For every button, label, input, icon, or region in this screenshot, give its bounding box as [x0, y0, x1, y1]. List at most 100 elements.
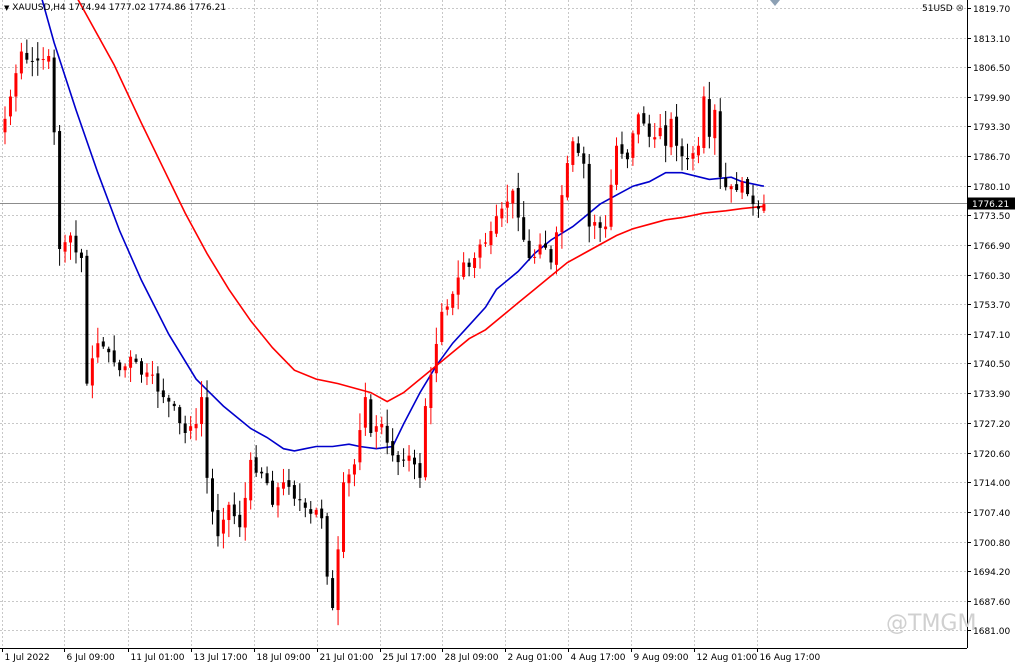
candle-body [680, 146, 684, 157]
x-tick-label: 28 Jul 09:00 [445, 653, 499, 663]
candle-body [423, 406, 427, 478]
candle-body [325, 516, 329, 577]
candle-body [156, 373, 160, 392]
candle-body [249, 459, 253, 501]
candle-body [516, 187, 520, 218]
candle-body [227, 504, 231, 521]
candle-body [473, 258, 477, 268]
candle-body [456, 277, 460, 295]
candle-body [505, 201, 509, 208]
candle-body [554, 232, 558, 265]
price-chart[interactable]: 1819.70 1813.10 1806.50 1799.90 1793.30 1786.… [0, 0, 1015, 665]
candle-body [735, 184, 739, 191]
candle-body [756, 206, 760, 209]
axes: 1819.70 1813.10 1806.50 1799.90 1793.30 1786.… [0, 0, 1015, 663]
candle-body [74, 235, 78, 253]
candle-body [462, 262, 466, 277]
last-price-label: 1776.21 [972, 200, 1009, 210]
x-tick-label: 21 Jul 01:00 [320, 653, 374, 663]
candle-body [369, 399, 373, 433]
candle-body [281, 482, 285, 489]
symbol-info-text: XAUUSD,H4 1774.94 1777.02 1774.86 1776.2… [12, 3, 227, 13]
x-tick-label: 11 Jul 01:00 [131, 653, 185, 663]
x-tick-label: 18 Jul 09:00 [257, 653, 311, 663]
candle-body [527, 240, 531, 258]
candle-body [178, 407, 182, 424]
ma-slow-line [77, 0, 764, 403]
candle-body [467, 262, 471, 267]
candle-body [598, 222, 602, 228]
candle-body [522, 217, 526, 240]
candle-body [172, 403, 176, 407]
candle-body [347, 474, 351, 484]
candle-body [380, 424, 384, 428]
candle-body [647, 123, 651, 137]
candle-body [533, 256, 537, 258]
candle-body [571, 141, 575, 165]
candle-body [478, 244, 482, 258]
candle-body [686, 157, 689, 160]
x-tick-label: 25 Jul 17:00 [383, 653, 437, 663]
candle-body [243, 497, 247, 528]
candle-body [358, 430, 362, 463]
candle-body [69, 235, 73, 243]
candle-body [96, 343, 100, 358]
candle-body [413, 457, 416, 465]
candle-body [265, 473, 269, 484]
y-tick-label: 1753.70 [973, 301, 1010, 311]
candle-body [631, 133, 635, 158]
candle-body [702, 96, 706, 148]
candle-body [653, 137, 657, 140]
y-tick-label: 1813.10 [973, 35, 1010, 45]
candle-body [145, 372, 149, 377]
chart-area[interactable]: 1819.70 1813.10 1806.50 1799.90 1793.30 1786.… [0, 0, 1015, 665]
candle-body [729, 186, 733, 190]
x-tick-label: 4 Aug 17:00 [571, 653, 626, 663]
y-tick-label: 1681.00 [973, 627, 1010, 637]
candle-body [625, 152, 629, 160]
candle-body [276, 487, 280, 506]
candle-body [385, 425, 389, 443]
candle-body [232, 504, 236, 517]
candle-body [63, 242, 67, 252]
candle-body [604, 226, 608, 230]
candle-body [292, 485, 296, 499]
account-label: 51USD [922, 4, 953, 14]
grid-layer [0, 0, 967, 648]
candle-body [664, 125, 668, 146]
y-tick-label: 1819.70 [973, 5, 1010, 15]
y-tick-label: 1700.80 [973, 539, 1010, 549]
candle-body [140, 361, 143, 375]
candle-body [658, 127, 662, 137]
candle-body [615, 145, 619, 185]
candle-body [707, 99, 711, 137]
candle-body [494, 216, 498, 234]
y-tick-label: 1687.60 [973, 598, 1010, 608]
candle-body [402, 459, 406, 461]
x-tick-label: 12 Aug 01:00 [697, 653, 758, 663]
y-tick-label: 1786.70 [973, 153, 1010, 163]
watermark: @TMGM [886, 611, 976, 636]
candle-body [123, 366, 127, 371]
y-tick-label: 1720.60 [973, 450, 1010, 460]
candle-body [713, 109, 717, 139]
candle-body [434, 343, 438, 374]
candle-body [221, 519, 225, 534]
candle-body [238, 514, 242, 528]
scroll-marker-icon[interactable] [769, 0, 781, 8]
y-tick-label: 1780.10 [973, 183, 1010, 193]
y-tick-label: 1747.10 [973, 331, 1010, 341]
candle-body [41, 59, 45, 61]
candle-body [374, 426, 378, 432]
candle-body [582, 153, 586, 164]
candle-body [751, 195, 755, 205]
dropdown-arrow-icon[interactable]: ▼ [4, 4, 9, 12]
y-tick-label: 1806.50 [973, 64, 1010, 74]
candle-body [560, 195, 564, 233]
candle-body [320, 508, 324, 519]
candle-body [746, 178, 750, 195]
y-tick-label: 1727.20 [973, 420, 1010, 430]
candle-body [52, 57, 56, 133]
account-status-icon[interactable]: ⊗ [956, 3, 964, 14]
symbol-info-bar: ▼ XAUUSD,H4 1774.94 1777.02 1774.86 1776… [4, 3, 226, 13]
